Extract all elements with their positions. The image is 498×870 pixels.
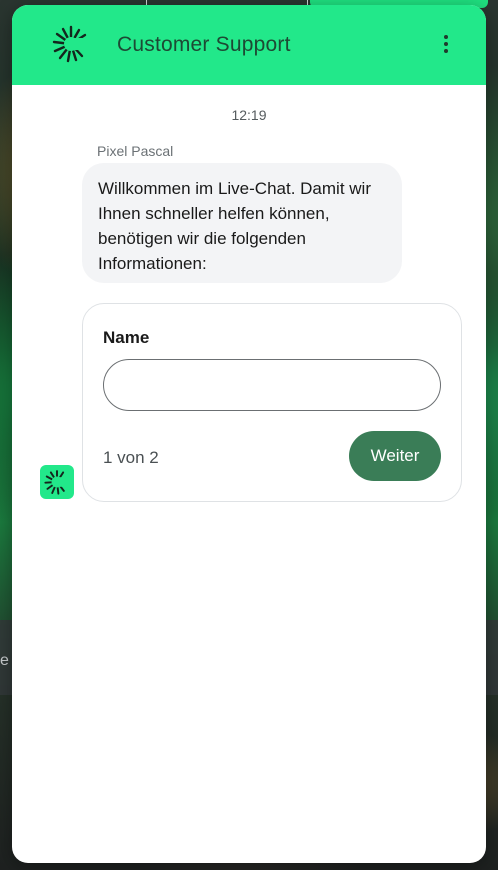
brand-logo-icon	[52, 25, 90, 63]
chat-header: Customer Support	[12, 5, 486, 85]
message-bubble: Willkommen im Live-Chat. Damit wir Ihnen…	[82, 163, 402, 283]
background-partial-text: e	[0, 652, 9, 669]
sender-name: Pixel Pascal	[97, 143, 174, 159]
next-button[interactable]: Weiter	[349, 431, 441, 481]
form-card: Name 1 von 2 Weiter	[82, 303, 462, 502]
message-timestamp: 12:19	[231, 107, 267, 123]
more-vertical-icon[interactable]	[438, 35, 454, 57]
step-indicator: 1 von 2	[103, 448, 159, 467]
chat-widget: Customer Support 12:19 Pixel Pascal Will…	[12, 5, 486, 863]
name-field-label: Name	[103, 328, 150, 347]
agent-avatar-icon	[40, 465, 74, 499]
chat-title: Customer Support	[117, 33, 291, 56]
name-input[interactable]	[103, 359, 441, 411]
